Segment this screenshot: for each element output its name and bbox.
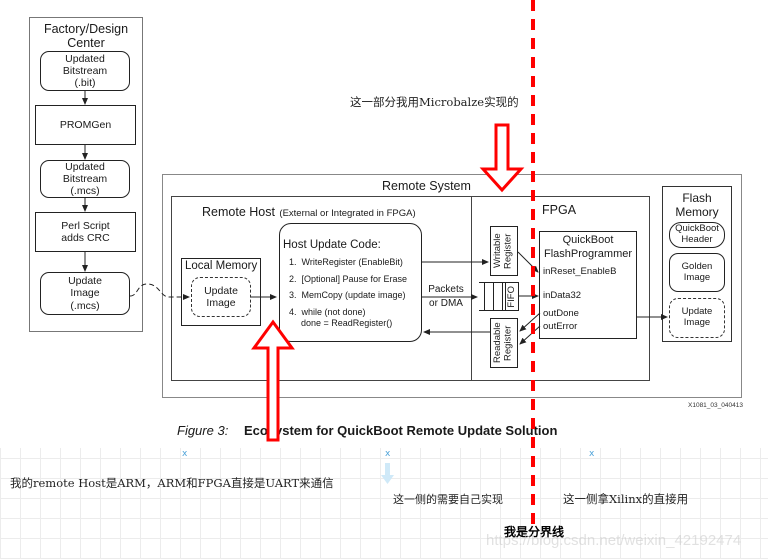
port-outdone: outDone	[543, 308, 579, 319]
local-memory-update-image: Update Image	[191, 277, 251, 317]
flash-update-image: Update Image	[669, 298, 725, 338]
factory-title: Factory/Design Center	[43, 21, 129, 50]
readable-register: Readable Register	[490, 318, 518, 368]
remote-host-heading: Remote Host (External or Integrated in F…	[202, 203, 416, 221]
remote-host-subtitle: (External or Integrated in FPGA)	[279, 208, 416, 219]
marker-x-3: x	[589, 449, 595, 459]
host-code-step-2: 2. [Optional] Pause for Erase	[289, 274, 408, 284]
factory-step-perl: Perl Script adds CRC	[35, 212, 136, 252]
watermark: https://blog.csdn.net/weixin_42192474	[486, 532, 742, 549]
figure-caption-label: Figure 3:	[177, 423, 229, 438]
quickboot-flash-programmer: QuickBoot FlashProgrammer inReset_Enable…	[539, 231, 637, 339]
writable-register-label: Writable Register	[492, 233, 514, 269]
local-memory-title: Local Memory	[185, 260, 258, 272]
figure-caption: Figure 3: Ecosystem for QuickBoot Remote…	[177, 423, 557, 438]
writable-register: Writable Register	[490, 226, 518, 276]
microblaze-note: 这一部分我用Microbalze实现的	[350, 95, 519, 109]
figure-caption-text: Ecosystem for QuickBoot Remote Update So…	[243, 423, 558, 438]
host-note: 我的remote Host是ARM，ARM和FPGA直接是UART来通信	[10, 476, 334, 490]
figure-id: X1081_03_040413	[688, 402, 743, 409]
port-outerror: outError	[543, 321, 578, 332]
self-implement-note: 这一侧的需要自己实现	[393, 493, 503, 506]
packets-or-dma-label: Packets or DMA	[428, 283, 464, 310]
factory-step-bit: Updated Bitstream (.bit)	[40, 51, 130, 91]
factory-step-mcs: Updated Bitstream (.mcs)	[40, 160, 130, 198]
host-code-step-1: 1. WriteRegister (EnableBit)	[289, 257, 403, 267]
remote-system-title: Remote System	[382, 179, 471, 193]
marker-x-2: x	[385, 449, 391, 459]
port-inreset-enableb: inReset_EnableB	[543, 266, 617, 277]
fifo-queue: FIFO	[479, 282, 519, 311]
flash-memory-title: Flash Memory	[675, 190, 719, 219]
marker-x-1: x	[182, 449, 188, 459]
readable-register-label: Readable Register	[492, 322, 514, 364]
flash-golden-image: Golden Image	[669, 253, 725, 292]
fifo-label: FIFO	[505, 285, 517, 308]
fpga-title: FPGA	[542, 203, 577, 217]
host-code-step-3: 3. MemCopy (update image)	[289, 290, 406, 300]
host-code-title: Host Update Code:	[283, 239, 381, 251]
host-code-step-4-cont: done = ReadRegister()	[301, 318, 393, 328]
flash-quickboot-header: QuickBoot Header	[669, 222, 725, 248]
host-code-step-4: 4. while (not done)	[289, 307, 366, 317]
host-update-code-box: Host Update Code: 1. WriteRegister (Enab…	[279, 223, 422, 342]
factory-step-update-image: Update Image (.mcs)	[40, 272, 130, 315]
xilinx-note: 这一侧拿Xilinx的直接用	[563, 492, 689, 506]
port-indata32: inData32	[543, 290, 582, 301]
programmer-title: QuickBoot FlashProgrammer	[544, 234, 633, 260]
factory-step-promgen: PROMGen	[35, 105, 136, 145]
remote-host-title: Remote Host	[202, 205, 275, 219]
